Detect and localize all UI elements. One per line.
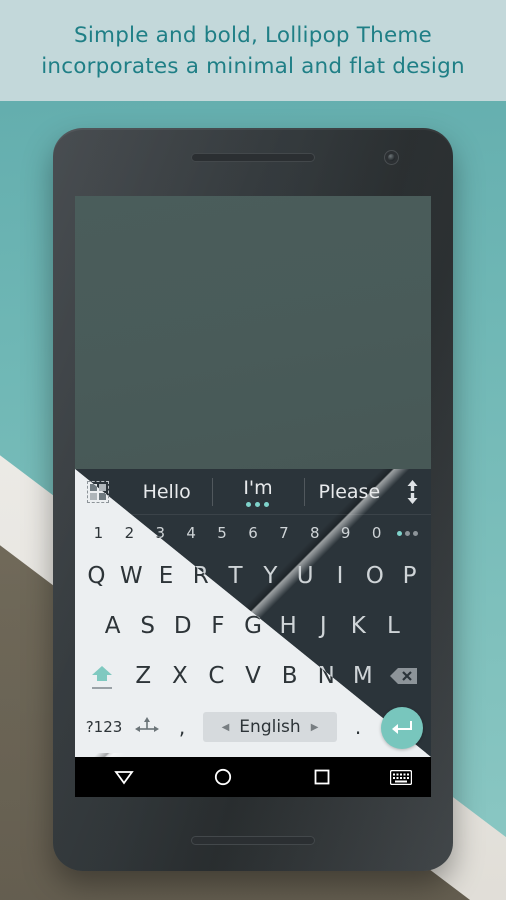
keyboard-icon (390, 769, 413, 785)
suggestion-im[interactable] (217, 469, 313, 515)
app-text-area[interactable] (75, 196, 431, 469)
earpiece-speaker (191, 153, 315, 162)
theme-selector-button[interactable] (75, 469, 121, 515)
triangle-down-icon (114, 771, 135, 785)
nav-home-button[interactable] (174, 757, 273, 797)
promo-headline-line-1: Simple and bold, Lollipop Theme (74, 22, 432, 48)
keyboard: Hello I'm Please 1 2 3 4 5 6 7 8 9 0 Q W… (75, 469, 431, 757)
suggestion-please[interactable] (313, 469, 395, 515)
square-icon (314, 769, 330, 785)
shift-key[interactable] (75, 651, 121, 701)
period-key[interactable] (359, 701, 389, 753)
symbols-key[interactable] (81, 701, 127, 753)
space-key[interactable] (203, 712, 353, 742)
promo-headline-line-2: incorporates a minimal and flat design (41, 53, 465, 79)
cursor-arrows-key[interactable] (127, 701, 167, 753)
keyboard-hit-targets (75, 469, 431, 757)
suggestion-hello[interactable] (121, 469, 217, 515)
front-camera-icon (384, 150, 399, 165)
android-nav-bar (75, 757, 431, 797)
bottom-speaker (191, 836, 315, 845)
circle-icon (214, 768, 232, 786)
promo-header: Simple and bold, Lollipop Theme incorpor… (0, 0, 506, 101)
nav-recents-button[interactable] (272, 757, 371, 797)
expand-suggestions[interactable] (395, 469, 431, 515)
nav-back-button[interactable] (75, 757, 174, 797)
phone-device: Hello I'm Please 1 2 3 4 5 6 7 8 9 0 Q W… (53, 128, 453, 871)
backspace-key[interactable] (385, 651, 431, 701)
nav-ime-switch-button[interactable] (371, 757, 431, 797)
phone-screen: Hello I'm Please 1 2 3 4 5 6 7 8 9 0 Q W… (75, 196, 431, 797)
comma-key[interactable] (167, 701, 197, 753)
